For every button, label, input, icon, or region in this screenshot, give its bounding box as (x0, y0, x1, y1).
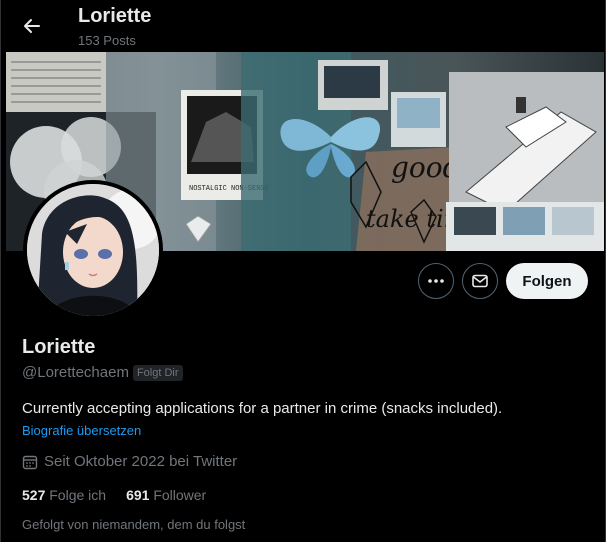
followers-link[interactable]: 691 Follower (126, 487, 206, 503)
follow-stats: 527 Folge ich 691 Follower (22, 487, 206, 503)
handle-row: @Lorettechaem Folgt Dir (22, 364, 183, 381)
following-label: Folge ich (49, 487, 107, 503)
envelope-icon (472, 274, 488, 288)
header-post-count: 153 Posts (78, 33, 136, 48)
profile-handle: @Lorettechaem (22, 364, 129, 381)
follow-button[interactable]: Folgen (506, 263, 588, 299)
joined-date-row: Seit Oktober 2022 bei Twitter (22, 453, 237, 470)
follows-you-badge: Folgt Dir (132, 364, 183, 381)
message-button[interactable] (462, 263, 498, 299)
top-bar: Loriette 153 Posts (1, 0, 606, 52)
arrow-left-icon (24, 19, 40, 33)
profile-avatar[interactable] (23, 180, 163, 320)
avatar-image (27, 184, 159, 316)
header-title: Loriette (78, 5, 152, 27)
ellipsis-icon (428, 279, 444, 283)
joined-date: Seit Oktober 2022 bei Twitter (44, 453, 238, 470)
following-count: 527 (22, 487, 46, 503)
followers-count: 691 (126, 487, 150, 503)
profile-name: Loriette (22, 336, 96, 358)
profile-page: Loriette 153 Posts NOSTALGIC NON-SENSE g… (0, 0, 606, 542)
calendar-icon (22, 455, 38, 469)
followers-label: Follower (153, 487, 207, 503)
more-options-button[interactable] (418, 263, 454, 299)
following-link[interactable]: 527 Folge ich (22, 487, 106, 503)
back-button[interactable] (15, 9, 49, 43)
translate-bio-link[interactable]: Biografie übersetzen (22, 423, 141, 438)
profile-bio: Currently accepting applications for a p… (22, 400, 503, 417)
followed-by-text: Gefolgt von niemandem, dem du folgst (22, 517, 246, 532)
